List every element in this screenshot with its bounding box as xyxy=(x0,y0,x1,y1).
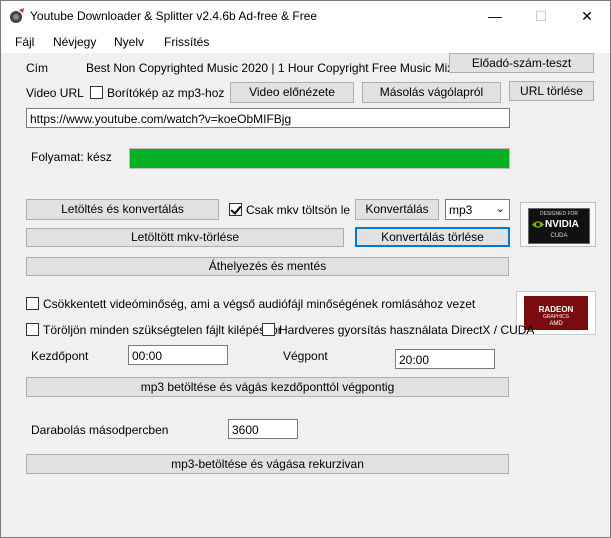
progress-label: Folyamat: kész xyxy=(31,150,112,164)
mp3-cut-start-end-button[interactable]: mp3 betöltése és vágás kezdőponttól végp… xyxy=(26,377,509,397)
close-button[interactable]: ✕ xyxy=(564,1,610,31)
progress-bar-fill xyxy=(130,149,509,168)
window-title: Youtube Downloader & Splitter v2.4.6b Ad… xyxy=(30,9,318,23)
reduced-quality-label: Csökkentett videóminőség, ami a végső au… xyxy=(43,297,476,311)
split-seconds-label: Darabolás másodpercben xyxy=(31,423,169,437)
title-bar: Youtube Downloader & Splitter v2.4.6b Ad… xyxy=(1,1,610,31)
nvidia-badge-top: DESIGNED FOR xyxy=(539,211,579,217)
nvidia-eye-icon xyxy=(532,221,544,228)
cover-image-label: Borítókép az mp3-hoz xyxy=(107,86,225,100)
app-logo-icon xyxy=(10,8,24,23)
video-preview-button[interactable]: Video előnézete xyxy=(230,82,354,103)
hw-accel-label: Hardveres gyorsítás használata DirectX /… xyxy=(279,323,535,337)
menu-language[interactable]: Nyelv xyxy=(114,35,144,49)
mkv-only-label: Csak mkv töltsön le xyxy=(246,203,351,217)
split-seconds-input[interactable]: 3600 xyxy=(228,419,298,439)
cover-image-checkbox[interactable] xyxy=(90,86,103,99)
hw-accel-checkbox[interactable] xyxy=(262,323,275,336)
progress-bar xyxy=(129,148,510,169)
chevron-down-icon: ⌄ xyxy=(495,203,505,215)
end-point-label: Végpont xyxy=(283,349,328,363)
end-point-input[interactable]: 20:00 xyxy=(395,349,495,369)
download-convert-button[interactable]: Letöltés és konvertálás xyxy=(26,199,219,220)
mp3-recursive-cut-button[interactable]: mp3-betöltése és vágása rekurzivan xyxy=(26,454,509,474)
nvidia-badge-brand: NVIDIA xyxy=(545,219,579,230)
menu-file[interactable]: Fájl xyxy=(15,35,34,49)
delete-downloaded-mkv-button[interactable]: Letöltött mkv-törlése xyxy=(26,228,344,247)
video-url-label: Video URL xyxy=(26,86,84,100)
nvidia-badge-bottom: CUDA xyxy=(550,233,568,239)
nvidia-cuda-badge: DESIGNED FOR NVIDIA CUDA xyxy=(520,202,596,247)
clear-url-button[interactable]: URL törlése xyxy=(509,81,594,101)
artist-title-test-button[interactable]: Előadó-szám-teszt xyxy=(449,53,594,73)
delete-on-exit-label: Töröljön minden szükségtelen fájlt kilép… xyxy=(43,323,282,337)
minimize-button[interactable]: — xyxy=(472,1,518,31)
maximize-button[interactable]: ☐ xyxy=(518,1,564,31)
move-and-save-button[interactable]: Áthelyezés és mentés xyxy=(26,257,509,276)
video-url-input[interactable]: https://www.youtube.com/watch?v=koeObMIF… xyxy=(26,108,510,128)
start-point-input[interactable]: 00:00 xyxy=(128,345,228,365)
amd-badge-sub: GRAPHICS xyxy=(542,314,570,320)
delete-on-exit-checkbox[interactable] xyxy=(26,323,39,336)
title-label: Cím xyxy=(26,61,48,75)
cancel-conversion-button[interactable]: Konvertálás törlése xyxy=(355,227,510,247)
amd-badge-brand: RADEON xyxy=(538,305,574,314)
reduced-quality-checkbox[interactable] xyxy=(26,297,39,310)
mkv-only-checkbox[interactable] xyxy=(229,203,242,216)
convert-button[interactable]: Konvertálás xyxy=(355,199,439,220)
format-select-value: mp3 xyxy=(449,203,473,217)
start-point-label: Kezdőpont xyxy=(31,349,89,363)
menu-about[interactable]: Névjegy xyxy=(53,35,96,49)
app-window: Youtube Downloader & Splitter v2.4.6b Ad… xyxy=(0,0,611,538)
menu-bar: Fájl Névjegy Nyelv Frissítés xyxy=(1,31,610,53)
title-value: Best Non Copyrighted Music 2020 | 1 Hour… xyxy=(86,61,454,75)
menu-update[interactable]: Frissítés xyxy=(164,35,209,49)
format-select[interactable]: mp3 ⌄ xyxy=(445,199,510,220)
paste-from-clipboard-button[interactable]: Másolás vágólapról xyxy=(362,82,501,103)
